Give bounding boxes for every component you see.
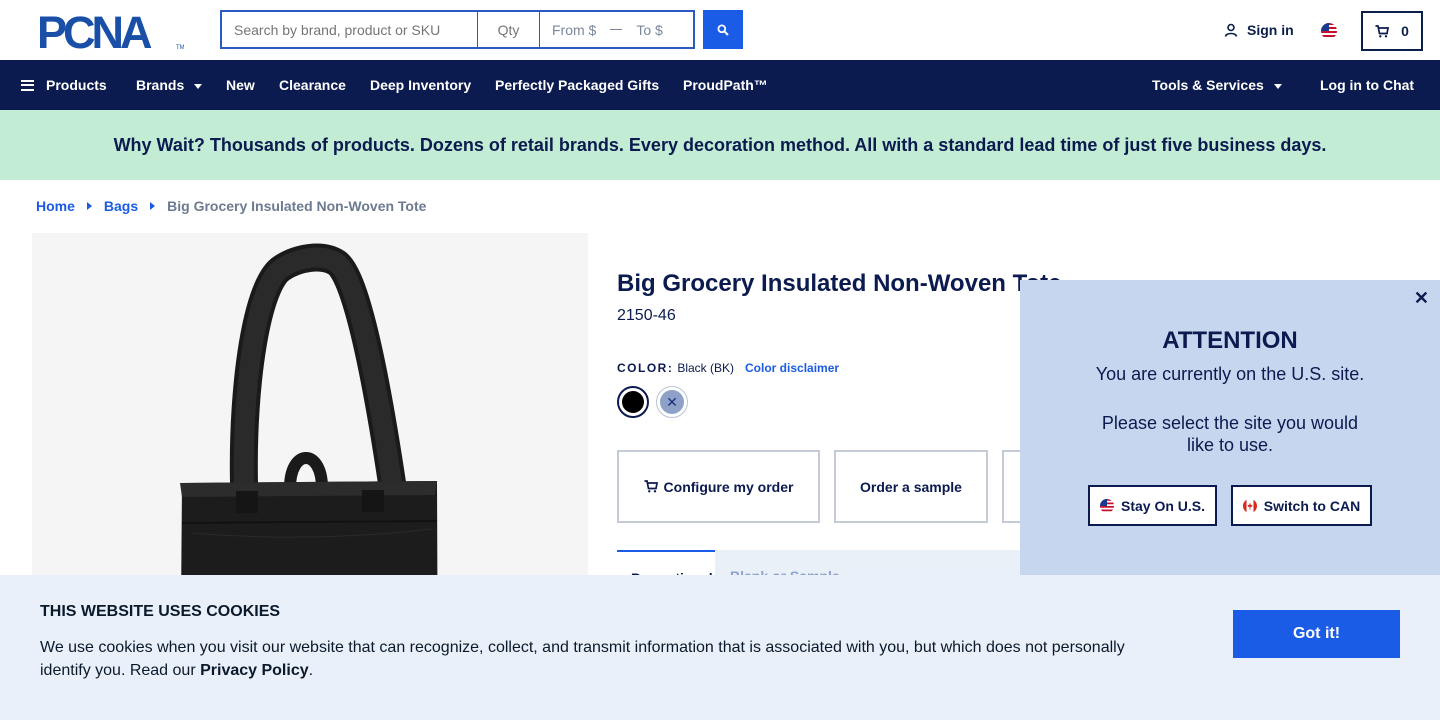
site-header: PCNA TM From $ To $ Sign in: [0, 0, 1440, 60]
nav-chat-login[interactable]: Log in to Chat: [1320, 60, 1414, 110]
search-button[interactable]: [703, 10, 743, 49]
nav-deep-inventory[interactable]: Deep Inventory: [370, 60, 471, 110]
accept-cookies-button[interactable]: Got it!: [1233, 610, 1400, 658]
cart-icon: [1375, 24, 1390, 37]
stay-us-label: Stay On U.S.: [1120, 497, 1206, 514]
popup-title: ATTENTION: [1162, 327, 1298, 354]
nav-new[interactable]: New: [226, 60, 255, 110]
nav-proudpath[interactable]: ProudPath™: [683, 60, 768, 110]
chevron-down-icon: [1273, 83, 1282, 89]
nav-brands[interactable]: Brands: [136, 60, 203, 110]
nav-perfectly-packaged-gifts[interactable]: Perfectly Packaged Gifts: [495, 60, 659, 110]
promo-text: Why Wait? Thousands of products. Dozens …: [113, 134, 1327, 155]
sign-in-label: Sign in: [1247, 22, 1294, 38]
price-from-input[interactable]: From $: [552, 22, 596, 38]
main-nav: Products Brands New Clearance Deep Inven…: [0, 60, 1440, 110]
logo-text: PCNA: [37, 12, 152, 50]
price-range: From $ To $: [540, 10, 695, 49]
pcna-logo[interactable]: PCNA TM: [37, 12, 184, 50]
breadcrumb-separator-icon: [150, 202, 156, 210]
cookie-banner: THIS WEBSITE USES COOKIES We use cookies…: [0, 575, 1440, 720]
switch-can-label: Switch to CAN: [1263, 497, 1361, 514]
swatch-black[interactable]: [617, 386, 649, 418]
cookie-title: THIS WEBSITE USES COOKIES: [40, 603, 281, 620]
cookie-message: We use cookies when you visit our websit…: [40, 636, 1150, 682]
breadcrumb-separator-icon: [86, 202, 92, 210]
nav-brands-label: Brands: [136, 77, 185, 93]
chevron-down-icon: [194, 83, 203, 89]
color-value: Black (BK): [677, 361, 735, 375]
nav-products-label: Products: [46, 77, 107, 93]
nav-new-label: New: [226, 77, 255, 93]
search-input[interactable]: [220, 10, 478, 49]
menu-icon: [21, 79, 34, 91]
us-flag-icon: [1099, 498, 1114, 513]
color-selector-row: COLOR: Black (BK) Color disclaimer: [617, 361, 839, 375]
site-select-popup: ✕ ATTENTION You are currently on the U.S…: [1020, 280, 1440, 575]
stay-us-button[interactable]: Stay On U.S.: [1088, 485, 1217, 526]
privacy-policy-link[interactable]: Privacy Policy: [200, 662, 309, 679]
range-dash: [610, 28, 623, 31]
order-sample-button[interactable]: Order a sample: [834, 450, 988, 523]
breadcrumb-home[interactable]: Home: [36, 198, 75, 214]
sign-in-link[interactable]: Sign in: [1224, 22, 1294, 38]
order-sample-label: Order a sample: [860, 478, 962, 495]
svg-text:TM: TM: [176, 45, 184, 50]
switch-can-button[interactable]: Switch to CAN: [1231, 485, 1372, 526]
promo-banner[interactable]: Why Wait? Thousands of products. Dozens …: [0, 110, 1440, 180]
search-group: From $ To $: [220, 10, 695, 49]
nav-clearance-label: Clearance: [279, 77, 346, 93]
breadcrumb-current: Big Grocery Insulated Non-Woven Tote: [167, 198, 427, 214]
nav-products[interactable]: Products: [21, 60, 107, 110]
breadcrumb-bags[interactable]: Bags: [104, 198, 138, 214]
popup-select-text: Please select the site you would like to…: [1101, 413, 1359, 455]
breadcrumb: Home Bags Big Grocery Insulated Non-Wove…: [36, 198, 426, 214]
price-to-input[interactable]: To $: [636, 22, 662, 38]
color-label: COLOR:: [617, 361, 674, 375]
product-title: Big Grocery Insulated Non-Woven Tote: [617, 270, 1062, 297]
cookie-message-end: .: [308, 662, 314, 679]
x-icon: ✕: [660, 390, 684, 414]
popup-current-site-text: You are currently on the U.S. site.: [1095, 364, 1365, 384]
nav-proudpath-label: ProudPath™: [683, 77, 768, 93]
us-flag-icon[interactable]: [1321, 23, 1337, 39]
cart-icon: [644, 480, 658, 493]
cart-count: 0: [1401, 23, 1409, 39]
nav-chat-label: Log in to Chat: [1320, 77, 1415, 93]
cart-button[interactable]: 0: [1361, 11, 1423, 51]
qty-input[interactable]: [478, 10, 540, 49]
user-icon: [1224, 23, 1238, 37]
product-sku: 2150-46: [617, 307, 676, 324]
nav-deep-inventory-label: Deep Inventory: [370, 77, 472, 93]
configure-order-label: Configure my order: [663, 478, 794, 495]
search-icon: [717, 24, 729, 36]
color-disclaimer-link[interactable]: Color disclaimer: [745, 361, 839, 375]
swatch-unavailable[interactable]: ✕: [656, 386, 688, 418]
close-icon[interactable]: ✕: [1414, 289, 1429, 307]
canada-flag-icon: [1242, 498, 1257, 513]
nav-clearance[interactable]: Clearance: [279, 60, 346, 110]
accept-cookies-label: Got it!: [1292, 625, 1341, 642]
nav-gifts-label: Perfectly Packaged Gifts: [495, 77, 660, 93]
nav-tools-services[interactable]: Tools & Services: [1152, 60, 1282, 110]
nav-tools-label: Tools & Services: [1152, 77, 1264, 93]
configure-order-button[interactable]: Configure my order: [617, 450, 820, 523]
